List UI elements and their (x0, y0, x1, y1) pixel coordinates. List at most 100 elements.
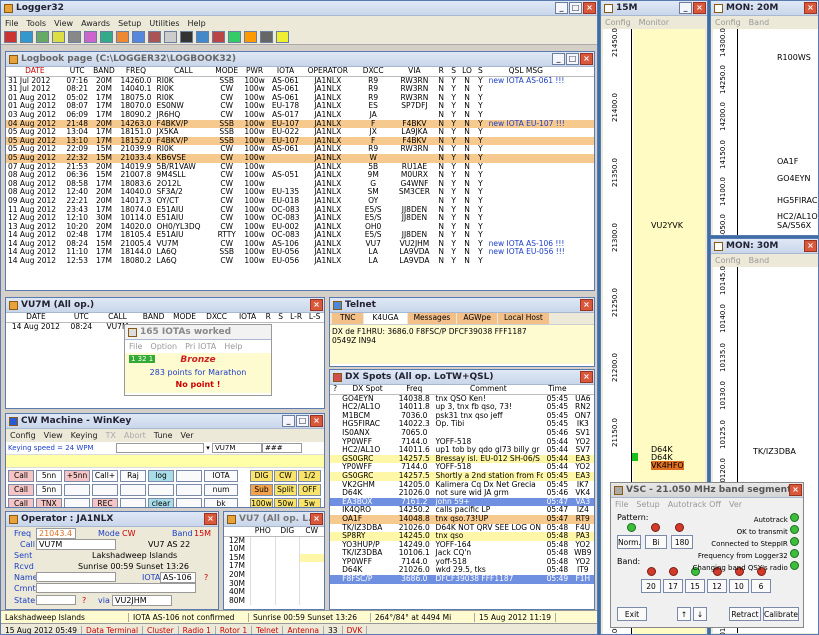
menu-ver[interactable]: Ver (729, 500, 742, 509)
menu-keying[interactable]: Keying (71, 431, 98, 440)
pattern-norm-button[interactable]: Norm. (617, 535, 641, 549)
spot-label[interactable]: GO4EYN (777, 174, 811, 183)
table-row[interactable]: 05 Aug 2012 13:04 17M 18151.0 JX5KA SSB 100w EU… (6, 128, 594, 137)
cw-key-blank[interactable] (64, 484, 90, 496)
tab-local-host[interactable]: Local Host (497, 313, 549, 324)
col-s[interactable]: S (274, 313, 287, 323)
cw-key-5nn-2[interactable]: 5nn (36, 484, 62, 496)
toolbar-icon[interactable] (180, 31, 193, 43)
col-dxcc[interactable]: DXCC (200, 313, 234, 323)
menu-config[interactable]: Config (715, 256, 741, 265)
menu-config[interactable]: Config (10, 431, 36, 440)
table-row[interactable]: 05 Aug 2012 22:09 15M 21039.9 RI0K CW 100w AS-0… (6, 145, 594, 154)
power-100w-button[interactable]: 100w (250, 498, 273, 507)
table-row[interactable]: IK4QRO 14250.2 calls pacific LP 05:47 IZ4 (330, 506, 594, 515)
band-button-17[interactable]: 17 (663, 579, 683, 593)
exit-button[interactable]: Exit (617, 607, 647, 621)
tab-agwpe[interactable]: AGWpe (457, 313, 497, 324)
table-row[interactable]: EA3BOX 7161.2 john 59+ 05:47 VA3 (330, 497, 594, 507)
col-lo-r[interactable]: LO (459, 67, 475, 77)
table-row[interactable]: F8FSC/P 3686.0 DFCF39038 FFF1187 05:49 F1H (330, 575, 594, 584)
table-row[interactable]: YP0WFF 7144.0 yoff-518 05:48 YO2 (330, 558, 594, 567)
pattern-bi-button[interactable]: Bi (645, 535, 667, 549)
table-row[interactable]: 80M (224, 596, 324, 606)
band-button-12[interactable]: 12 (707, 579, 727, 593)
col-freq[interactable]: FREQ (117, 67, 155, 77)
table-row[interactable]: 05 Aug 2012 13:10 17M 18152.0 F4BKV/P SSB 100w… (6, 136, 594, 146)
spot-label[interactable]: VU2YVK (651, 221, 683, 230)
via-field[interactable]: VU2JHM (112, 595, 172, 606)
toolbar-icon[interactable] (52, 31, 65, 43)
col-qsl-msg[interactable]: QSL MSG (486, 67, 565, 77)
col-l-s[interactable]: L-S (305, 313, 324, 323)
table-row[interactable]: 03 Aug 2012 06:09 17M 18090.2 JR6HQ CW 100w AS-… (6, 111, 594, 120)
table-row[interactable]: M1BCM 7036.0 psk31 tnx qso jeff 05:45 ON7 (330, 412, 594, 421)
close-button[interactable]: × (804, 2, 817, 14)
menu-file[interactable]: File (129, 342, 142, 351)
col-dx-spot[interactable]: DX Spot (340, 385, 395, 395)
help-icon[interactable]: ? (204, 573, 208, 582)
toolbar-icon[interactable] (228, 31, 241, 43)
spot-label[interactable]: OA1F (777, 157, 798, 166)
table-row[interactable]: 11 Aug 2012 23:43 17M 18074.0 E51AIU CW 100w OC… (6, 206, 594, 215)
close-button[interactable]: × (580, 53, 593, 65)
status-rotor[interactable]: Rotor 1 (216, 625, 253, 634)
col-mode[interactable]: MODE (212, 67, 242, 77)
table-row[interactable]: D64K 21026.0 wkd 29.5, tks 05:48 IT9 (330, 566, 594, 575)
close-button[interactable]: × (310, 299, 323, 311)
menu-config[interactable]: Config (605, 18, 631, 27)
menu-file[interactable]: File (615, 500, 628, 509)
iota-field[interactable]: AS-106 (160, 572, 196, 583)
split-button[interactable]: Split (274, 484, 297, 496)
table-row[interactable]: TK/IZ3DBA 21026.0 D64K NOT QRV SEE LOG ON 0… (330, 524, 594, 533)
col-date[interactable]: DATE (6, 67, 64, 77)
state-field[interactable] (36, 595, 76, 605)
off-button[interactable]: OFF (298, 484, 321, 496)
menu-option[interactable]: Option (150, 342, 177, 351)
cw-key-iota[interactable]: IOTA (204, 470, 238, 482)
table-row[interactable]: 17M (224, 562, 324, 571)
menu-monitor[interactable]: Monitor (639, 18, 669, 27)
close-button[interactable]: × (804, 240, 817, 252)
retract-button[interactable]: Retract (729, 607, 761, 621)
col-dxcc[interactable]: DXCC (352, 67, 394, 77)
col-utc[interactable]: UTC (65, 313, 97, 323)
table-row[interactable]: 08 Aug 2012 06:36 15M 21007.8 9M4SLL CW 100w AS… (6, 171, 594, 180)
table-row[interactable]: HC2/AL1O 14011.6 up1 tob by qdo gl73 billy… (330, 446, 594, 455)
spot-label[interactable]: R100WS (777, 53, 811, 62)
status-data-terminal[interactable]: Data Terminal (82, 625, 144, 634)
col-l-r[interactable]: L-R (286, 313, 306, 323)
toolbar-icon[interactable] (84, 31, 97, 43)
table-row[interactable]: 13 Aug 2012 10:20 20M 14020.0 OH0/YL3DQ CW 100… (6, 223, 594, 232)
toolbar-icon[interactable] (276, 31, 289, 43)
cw-key-num[interactable]: num (204, 484, 238, 496)
close-button[interactable]: × (583, 2, 596, 14)
col-pho[interactable]: PHO (250, 527, 275, 537)
status-telnet[interactable]: Telnet (252, 625, 284, 634)
table-row[interactable]: 12 Aug 2012 12:10 30M 10114.0 E51AIU CW 100w OC… (6, 214, 594, 223)
band-map-20m-scale[interactable]: 14300.0 14250.0 14200.0 14150.0 14100.0 14050… (713, 28, 818, 235)
call-input[interactable]: VU7M (36, 539, 116, 550)
arrow-down-icon[interactable]: ↓ (693, 607, 707, 621)
menu-setup[interactable]: Setup (118, 19, 141, 28)
maximize-button[interactable]: □ (296, 415, 309, 427)
col-iota[interactable]: IOTA (267, 67, 304, 77)
menu-setup[interactable]: Setup (636, 500, 659, 509)
cw-key-blank[interactable] (176, 470, 202, 482)
band-button-15[interactable]: 15 (685, 579, 705, 593)
cw-key-callplus[interactable]: Call+ (92, 470, 118, 482)
help-icon[interactable]: ? (82, 596, 86, 605)
status-cluster[interactable]: Cluster (143, 625, 179, 634)
cw-key-log[interactable]: log (148, 470, 174, 482)
table-row[interactable]: 01 Aug 2012 08:07 17M 18070.0 ES0NW CW 100w EU-… (6, 102, 594, 111)
col-comment[interactable]: Comment (433, 385, 544, 395)
cw-key-clear[interactable]: clear (148, 498, 174, 507)
cw-key-call-2[interactable]: Call (8, 484, 34, 496)
toolbar-icon[interactable] (100, 31, 113, 43)
table-row[interactable]: 14 Aug 2012 02:48 17M 18105.4 E51AIU RTTY 100w… (6, 231, 594, 240)
col-query[interactable]: ? (330, 385, 341, 395)
menu-view[interactable]: View (54, 19, 73, 28)
table-row[interactable]: 12M (224, 536, 324, 546)
menu-band[interactable]: Band (749, 256, 770, 265)
toolbar-icon[interactable] (164, 31, 177, 43)
